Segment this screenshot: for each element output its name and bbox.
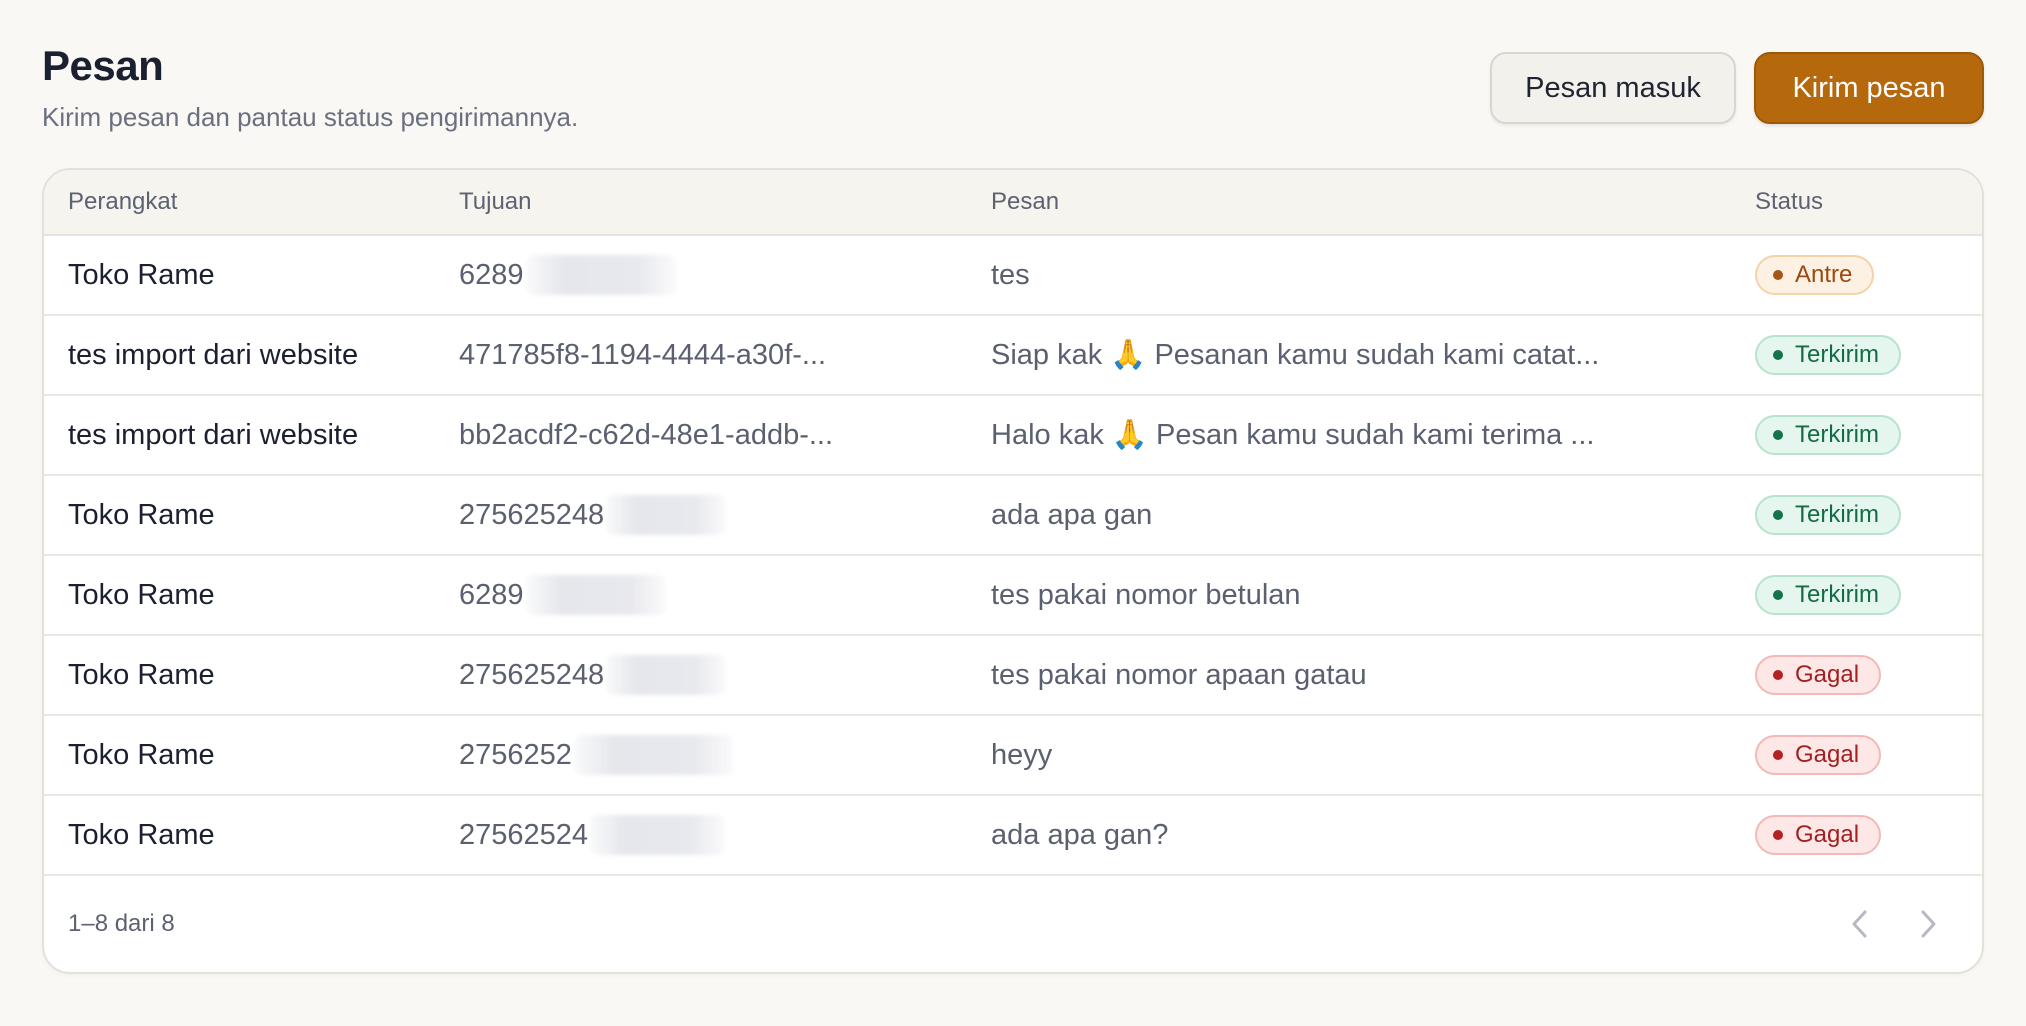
status-cell: Gagal [1755, 796, 1982, 874]
message-cell: ada apa gan [991, 498, 1153, 531]
recipient-cell: 6289 [459, 236, 991, 314]
table-row[interactable]: Toko Rame 275625248 tes pakai nomor apaa… [44, 636, 1982, 716]
recipient-cell: 275625248 [459, 476, 991, 554]
redacted-number [525, 255, 676, 295]
redacted-number [590, 815, 726, 855]
message-cell: ada apa gan? [991, 818, 1169, 851]
status-dot-icon [1773, 830, 1783, 840]
redacted-number [573, 735, 734, 775]
status-badge: Terkirim [1755, 415, 1901, 455]
table-footer: 1–8 dari 8 [44, 876, 1982, 972]
table-header: Perangkat Tujuan Pesan Status [44, 170, 1982, 236]
recipient-cell: bb2acdf2-c62d-48e1-addb-... [459, 418, 834, 451]
status-badge: Antre [1755, 255, 1875, 295]
device-cell: Toko Rame [68, 578, 215, 611]
messages-page: Pesan Kirim pesan dan pantau status peng… [0, 0, 2026, 1026]
column-header-message: Pesan [991, 188, 1060, 215]
send-message-button[interactable]: Kirim pesan [1754, 52, 1984, 124]
table-row[interactable]: Toko Rame 2756252 heyy Gagal [44, 716, 1982, 796]
column-header-status: Status [1755, 188, 1824, 215]
recipient-cell: 27562524 [459, 796, 991, 874]
device-cell: Toko Rame [68, 658, 215, 691]
status-cell: Gagal [1755, 716, 1982, 794]
status-dot-icon [1773, 590, 1783, 600]
redacted-number [525, 575, 666, 615]
header-actions: Pesan masuk Kirim pesan [1490, 52, 1984, 124]
device-cell: tes import dari website [68, 418, 359, 451]
status-cell: Gagal [1755, 636, 1982, 714]
status-badge: Gagal [1755, 655, 1882, 695]
pagination-controls [1846, 904, 1942, 944]
recipient-cell: 471785f8-1194-4444-a30f-... [459, 338, 827, 371]
status-dot-icon [1773, 430, 1783, 440]
table-row[interactable]: Toko Rame 27562524 ada apa gan? Gagal [44, 796, 1982, 876]
device-cell: Toko Rame [68, 258, 215, 291]
recipient-cell: 275625248 [459, 636, 991, 714]
chevron-left-icon[interactable] [1846, 904, 1872, 944]
page-subtitle: Kirim pesan dan pantau status pengiriman… [42, 102, 579, 132]
message-cell: Halo kak 🙏 Pesan kamu sudah kami terima … [991, 419, 1595, 451]
table-row[interactable]: Toko Rame 275625248 ada apa gan Terkirim [44, 476, 1982, 556]
message-cell: tes [991, 258, 1030, 291]
page-title: Pesan [42, 42, 164, 89]
status-cell: Terkirim [1755, 556, 1982, 634]
device-cell: Toko Rame [68, 498, 215, 531]
recipient-cell: 6289 [459, 556, 991, 634]
status-dot-icon [1773, 350, 1783, 360]
status-badge: Gagal [1755, 815, 1882, 855]
status-badge: Terkirim [1755, 335, 1901, 375]
status-dot-icon [1773, 750, 1783, 760]
status-cell: Antre [1755, 236, 1982, 314]
message-cell: heyy [991, 738, 1053, 771]
table-body: Toko Rame 6289 tes Antre tes import dari… [44, 236, 1982, 876]
redacted-number [606, 655, 727, 695]
message-cell: tes pakai nomor betulan [991, 578, 1301, 611]
column-header-device: Perangkat [68, 188, 178, 215]
status-cell: Terkirim [1755, 316, 1982, 394]
status-badge: Terkirim [1755, 575, 1901, 615]
inbox-button[interactable]: Pesan masuk [1490, 52, 1736, 124]
device-cell: Toko Rame [68, 818, 215, 851]
table-row[interactable]: tes import dari website bb2acdf2-c62d-48… [44, 396, 1982, 476]
device-cell: Toko Rame [68, 738, 215, 771]
status-cell: Terkirim [1755, 396, 1982, 474]
message-cell: tes pakai nomor apaan gatau [991, 658, 1367, 691]
status-dot-icon [1773, 510, 1783, 520]
status-badge: Terkirim [1755, 495, 1901, 535]
table-row[interactable]: Toko Rame 6289 tes Antre [44, 236, 1982, 316]
status-badge: Gagal [1755, 735, 1882, 775]
message-cell: Siap kak 🙏 Pesanan kamu sudah kami catat… [991, 339, 1600, 371]
pagination-range: 1–8 dari 8 [68, 910, 175, 937]
table-row[interactable]: Toko Rame 6289 tes pakai nomor betulan T… [44, 556, 1982, 636]
column-header-recipient: Tujuan [459, 188, 532, 215]
status-cell: Terkirim [1755, 476, 1982, 554]
device-cell: tes import dari website [68, 338, 359, 371]
table-row[interactable]: tes import dari website 471785f8-1194-44… [44, 316, 1982, 396]
status-dot-icon [1773, 670, 1783, 680]
status-dot-icon [1773, 270, 1783, 280]
chevron-right-icon[interactable] [1916, 904, 1942, 944]
recipient-cell: 2756252 [459, 716, 991, 794]
messages-table-card: Perangkat Tujuan Pesan Status Toko Rame … [42, 168, 1984, 974]
redacted-number [606, 495, 727, 535]
